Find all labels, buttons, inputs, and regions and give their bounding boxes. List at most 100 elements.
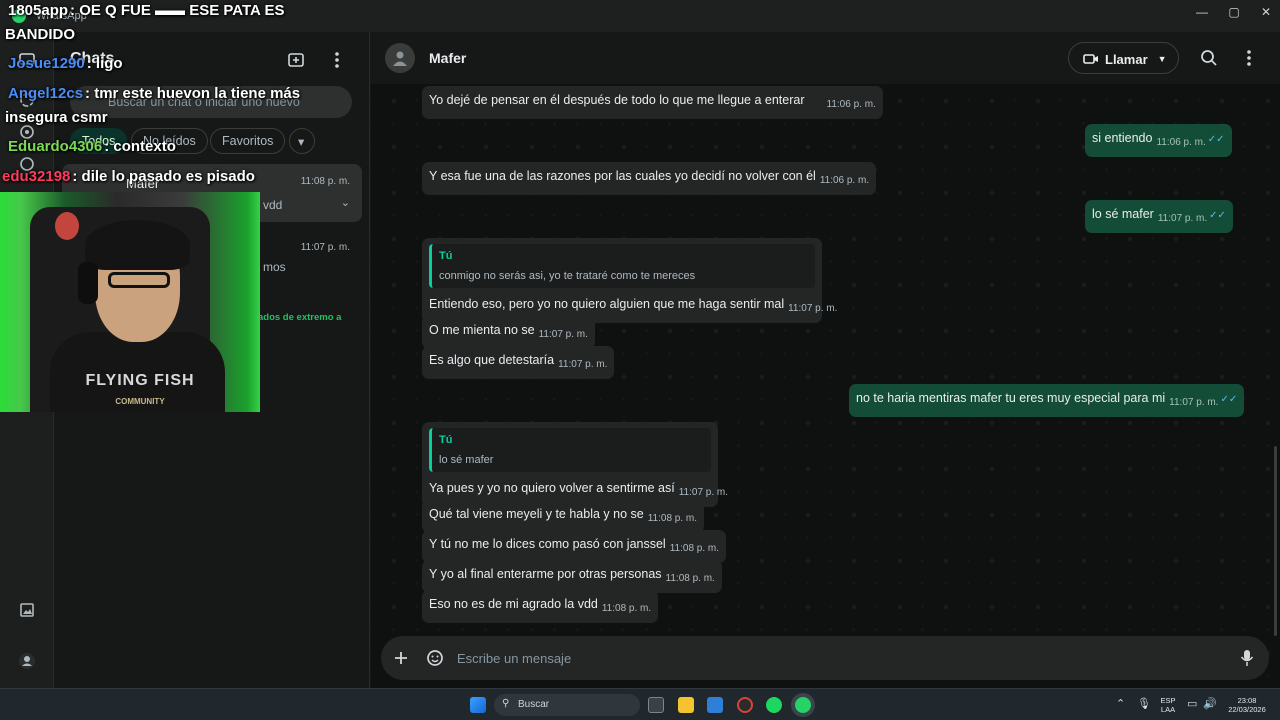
message-text: Yo dejé de pensar en él después de todo … <box>429 93 805 107</box>
sticker-emoji-icon[interactable] <box>423 646 447 670</box>
stream-chat-user: Angel12cs <box>8 85 84 102</box>
stream-chat-line: BANDIDO <box>5 26 75 43</box>
call-button[interactable]: Llamar ▼ <box>1068 42 1179 74</box>
chat-preview: vdd <box>263 198 283 212</box>
message-time: 11:06 p. m. <box>1156 137 1206 148</box>
message-incoming[interactable]: Qué tal viene meyeli y te habla y no se 1… <box>422 500 705 533</box>
quoted-text: conmigo no serás asi, yo te trataré como… <box>439 270 696 282</box>
quoted-author: Tú <box>439 250 453 262</box>
message-text: Es algo que detestaría <box>429 353 555 367</box>
stream-chat-line: edu32198: dile lo pasado es pisado <box>2 168 255 185</box>
language-indicator[interactable]: ESP LAA <box>1156 696 1180 714</box>
profile-icon[interactable] <box>15 649 39 673</box>
message-time: 11:07 p. m. <box>538 329 588 340</box>
search-icon[interactable] <box>1197 46 1221 70</box>
quoted-text: lo sé mafer <box>439 454 494 466</box>
read-receipt-icon: ✓✓ <box>1207 134 1225 145</box>
clock-time: 23:08 <box>1237 696 1257 705</box>
file-explorer-icon[interactable] <box>678 697 694 713</box>
message-incoming[interactable]: Eso no es de mi agrado la vdd 11:08 p. m. <box>422 590 659 623</box>
network-icon[interactable]: ▭ <box>1187 697 1197 710</box>
contact-name[interactable]: Mafer <box>429 50 466 66</box>
stream-chat-text: BANDIDO <box>5 26 75 43</box>
close-button[interactable]: ✕ <box>1256 5 1276 19</box>
stream-chat-user: edu32198 <box>2 168 71 185</box>
stream-chat-line: 1805app: OE Q FUE ▬▬ ESE PATA ES <box>8 2 285 19</box>
stream-chat-text: : tmr este huevon la tiene más <box>85 85 301 102</box>
stream-chat-line: Angel12cs: tmr este huevon la tiene más <box>8 85 300 102</box>
encryption-note: ados de extremo a <box>258 312 342 323</box>
maximize-button[interactable]: ▢ <box>1224 5 1244 19</box>
quoted-message[interactable]: Tú lo sé mafer <box>429 428 711 472</box>
message-text: Y esa fue una de las razones por las cua… <box>429 169 816 183</box>
message-incoming[interactable]: Y yo al final enterarme por otras person… <box>422 560 722 593</box>
quoted-author: Tú <box>439 434 453 446</box>
clock-date: 22/03/2026 <box>1228 705 1266 714</box>
stream-chat-text: : ligo <box>86 55 123 72</box>
tray-mic-icon[interactable]: 🎙 <box>1137 697 1151 710</box>
volume-icon[interactable]: 🔊 <box>1203 697 1217 710</box>
message-time: 11:07 p. m. <box>1169 397 1219 408</box>
stream-chat-user: 1805app <box>8 2 69 19</box>
conversation-panel: Mafer Llamar ▼ Yo dejé de pensar en él d… <box>371 32 1280 688</box>
read-receipt-icon: ✓✓ <box>1220 394 1238 405</box>
taskbar-search[interactable]: ⚲ Buscar <box>494 694 640 716</box>
minimize-button[interactable]: — <box>1192 5 1212 19</box>
scrollbar[interactable] <box>1274 446 1277 636</box>
stream-chat-user: Eduardo4306 <box>8 138 103 155</box>
message-incoming[interactable]: Yo dejé de pensar en él después de todo … <box>422 86 883 119</box>
message-input[interactable] <box>457 636 1187 680</box>
message-incoming[interactable]: O me mienta no se 11:07 p. m. <box>422 316 595 349</box>
message-text: Ya pues y yo no quiero volver a sentirme… <box>429 481 675 495</box>
message-outgoing[interactable]: si entiendo 11:06 p. m. ✓✓ <box>1085 124 1232 157</box>
conversation-header: Mafer Llamar ▼ <box>371 32 1280 84</box>
message-incoming[interactable]: Es algo que detestaría 11:07 p. m. <box>422 346 615 379</box>
tray-chevron-icon[interactable]: ⌃ <box>1116 697 1125 710</box>
microphone-icon[interactable] <box>1235 646 1259 670</box>
message-text: Y tú no me lo dices como pasó con jansse… <box>429 537 666 551</box>
store-icon[interactable] <box>707 697 723 713</box>
message-time: 11:08 p. m. <box>669 543 720 554</box>
webcam-glasses <box>108 272 170 288</box>
media-icon[interactable] <box>15 598 39 622</box>
message-outgoing[interactable]: lo sé mafer 11:07 p. m. ✓✓ <box>1085 200 1233 233</box>
task-view-icon[interactable] <box>648 697 664 713</box>
message-time: 11:07 p. m. <box>678 487 729 498</box>
message-time: 11:06 p. m. <box>819 175 870 186</box>
chevron-down-icon[interactable]: ⌄ <box>341 196 350 209</box>
message-time: 11:07 p. m. <box>1157 213 1208 224</box>
message-text: si entiendo <box>1092 131 1153 145</box>
stream-chat-line: Josue1290: ligo <box>8 55 123 72</box>
video-camera-icon <box>1083 54 1098 64</box>
message-incoming-reply[interactable]: Tú conmigo no serás asi, yo te trataré c… <box>422 238 837 323</box>
message-time: 11:06 p. m. <box>826 99 876 110</box>
contact-avatar[interactable] <box>385 43 415 73</box>
whatsapp-taskbar-icon[interactable] <box>795 697 811 713</box>
chat-time: 11:07 p. m. <box>300 242 350 253</box>
stream-chat-text: : dile lo pasado es pisado <box>72 168 255 185</box>
stream-chat-text: : contexto <box>104 138 176 155</box>
spotify-icon[interactable] <box>766 697 782 713</box>
quoted-message[interactable]: Tú conmigo no serás asi, yo te trataré c… <box>429 244 815 288</box>
webcam-plush <box>55 212 79 240</box>
windows-start-icon[interactable] <box>470 697 486 713</box>
clock[interactable]: 23:08 22/03/2026 <box>1222 696 1272 714</box>
webcam-hair <box>85 220 190 270</box>
message-text: Entiendo eso, pero yo no quiero alguien … <box>429 297 785 311</box>
menu-dots-icon[interactable] <box>1237 46 1261 70</box>
browser-icon[interactable] <box>737 697 753 713</box>
read-receipt-icon: ✓✓ <box>1209 210 1226 221</box>
attach-plus-icon[interactable] <box>389 646 413 670</box>
message-incoming[interactable]: Y tú no me lo dices como pasó con jansse… <box>422 530 727 563</box>
shirt-logo-subtext: COMMUNITY <box>115 397 165 406</box>
message-time: 11:08 p. m. <box>601 603 652 614</box>
message-incoming[interactable]: Y esa fue una de las razones por las cua… <box>422 162 877 195</box>
message-incoming-reply[interactable]: Tú lo sé mafer Ya pues y yo no quiero vo… <box>422 422 728 507</box>
message-outgoing[interactable]: no te haria mentiras mafer tu eres muy e… <box>849 384 1245 417</box>
layout-code: LAA <box>1160 705 1176 714</box>
taskbar: ⚲ Buscar ⌃ 🎙 ESP LAA ▭ 🔊 23:08 22/03/2026 <box>0 688 1280 720</box>
app-window: WhatsApp — ▢ ✕ Chats Buscar un chat o in… <box>0 0 1280 720</box>
message-text: lo sé mafer <box>1092 207 1154 221</box>
taskbar-search-label: Buscar <box>518 699 550 710</box>
message-time: 11:07 p. m. <box>788 303 838 314</box>
